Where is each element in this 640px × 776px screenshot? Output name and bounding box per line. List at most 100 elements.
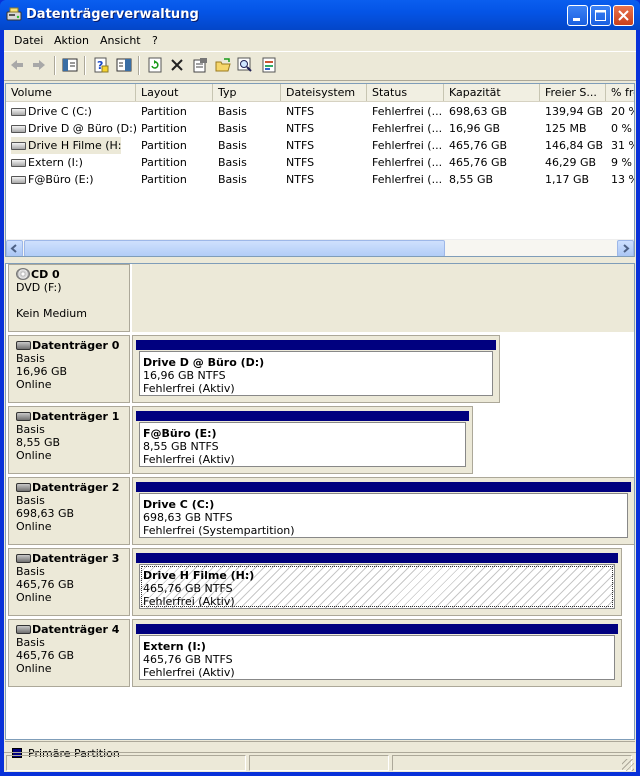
delete-icon — [171, 59, 183, 71]
drive-icon — [11, 108, 26, 116]
forward-button[interactable] — [30, 56, 48, 74]
table-cell: Basis — [218, 122, 247, 135]
partition-block[interactable]: Drive C (C:) 698,63 GB NTFS Fehlerfrei (Sy… — [132, 477, 634, 545]
refresh-button[interactable] — [146, 56, 164, 74]
toolbar-separator — [138, 56, 140, 75]
hard-disk-icon — [16, 341, 31, 350]
title-bar[interactable]: Datenträgerverwaltung — [0, 0, 640, 30]
console-tree-icon — [62, 58, 78, 72]
toolbar-separator — [54, 56, 56, 75]
resize-grip[interactable] — [622, 759, 634, 771]
column-layout[interactable]: Layout — [136, 84, 213, 101]
disk-info-line2 — [16, 294, 129, 307]
disk-name-text: Datenträger 4 — [32, 623, 120, 636]
table-cell: Basis — [218, 139, 247, 152]
partition-type-bar — [136, 624, 618, 634]
console-tree-button[interactable] — [61, 56, 79, 74]
table-row[interactable]: Drive H Filme (H:) Partition Basis NTFS Fehl… — [6, 137, 634, 154]
horizontal-scrollbar[interactable] — [6, 239, 634, 256]
volume-name-cell: F@Büro (E:) — [11, 171, 136, 188]
refresh-icon — [148, 57, 162, 73]
disk-row: Datenträger 4 Basis 465,76 GB Online Extern … — [6, 619, 634, 690]
table-cell: NTFS — [286, 122, 315, 135]
hard-disk-icon — [16, 483, 31, 492]
table-cell: 0 % — [611, 122, 632, 135]
partition-body[interactable]: F@Büro (E:) 8,55 GB NTFS Fehlerfrei (Aktiv… — [139, 422, 466, 467]
menu-aktion[interactable]: Aktion — [54, 34, 89, 47]
partition-body[interactable]: Drive D @ Büro (D:) 16,96 GB NTFS Fehlerfr… — [139, 351, 493, 396]
maximize-button[interactable] — [590, 5, 611, 26]
column-volume[interactable]: Volume — [6, 84, 136, 101]
disk-empty-area — [132, 264, 634, 332]
partition-body[interactable]: Drive C (C:) 698,63 GB NTFS Fehlerfrei (Sy… — [139, 493, 628, 538]
disk-name-text: Datenträger 0 — [32, 339, 120, 352]
minimize-icon — [573, 18, 580, 21]
disk-info-line2: 465,76 GB — [16, 578, 75, 591]
table-row[interactable]: F@Büro (E:) Partition Basis NTFS Fehlerfrei … — [6, 171, 634, 188]
minimize-button[interactable] — [567, 5, 588, 26]
chevron-right-icon — [623, 244, 630, 253]
table-cell: Basis — [218, 173, 247, 186]
volume-name-cell: Drive C (C:) — [11, 103, 136, 120]
table-cell: 46,29 GB — [545, 156, 597, 169]
menu-ansicht[interactable]: Ansicht — [100, 34, 141, 47]
cd-drive-icon — [16, 268, 30, 280]
disk-name: CD 0 — [16, 268, 129, 281]
table-row[interactable]: Extern (I:) Partition Basis NTFS Fehlerfrei … — [6, 154, 634, 171]
scroll-right-button[interactable] — [617, 240, 634, 256]
close-button[interactable] — [613, 5, 634, 26]
search-icon — [237, 57, 252, 72]
disk-info-line1: Basis — [16, 636, 45, 649]
partition-name: Drive C (C:) — [143, 498, 215, 511]
table-row[interactable]: Drive D @ Büro (D:) Partition Basis NTFS Feh… — [6, 120, 634, 137]
table-cell: 9 % — [611, 156, 632, 169]
partition-block[interactable]: Drive D @ Büro (D:) 16,96 GB NTFS Fehlerfr… — [132, 335, 500, 403]
column-status[interactable]: Status — [367, 84, 444, 101]
column-freier-speicher[interactable]: Freier S... — [540, 84, 606, 101]
table-cell: Partition — [141, 173, 187, 186]
table-cell: 139,94 GB — [545, 105, 604, 118]
search-button[interactable] — [236, 56, 254, 74]
partition-block[interactable]: F@Büro (E:) 8,55 GB NTFS Fehlerfrei (Aktiv… — [132, 406, 473, 474]
table-cell: Basis — [218, 156, 247, 169]
window-title: Datenträgerverwaltung — [26, 7, 199, 22]
table-row[interactable]: Drive C (C:) Partition Basis NTFS Fehlerfrei… — [6, 103, 634, 120]
table-cell: 13 % — [611, 173, 634, 186]
scroll-left-button[interactable] — [6, 240, 23, 256]
disk-label[interactable]: Datenträger 0 Basis 16,96 GB Online — [8, 335, 130, 403]
disk-label[interactable]: CD 0 DVD (F:) Kein Medium — [8, 264, 130, 332]
table-cell: Fehlerfrei (... — [372, 156, 443, 169]
disk-label[interactable]: Datenträger 1 Basis 8,55 GB Online — [8, 406, 130, 474]
delete-button[interactable] — [168, 56, 186, 74]
column-typ[interactable]: Typ — [213, 84, 281, 101]
menu-datei[interactable]: Datei — [14, 34, 43, 47]
partition-body[interactable]: Extern (I:) 465,76 GB NTFS Fehlerfrei (Akt… — [139, 635, 615, 680]
menu-bar: Datei Aktion Ansicht ? — [4, 30, 636, 52]
partition-block[interactable]: Extern (I:) 465,76 GB NTFS Fehlerfrei (Akt… — [132, 619, 622, 687]
properties-button[interactable] — [191, 56, 209, 74]
properties-pane-button[interactable] — [115, 56, 133, 74]
partition-body[interactable]: Drive H Filme (H:) 465,76 GB NTFS Fehlerfr… — [139, 564, 615, 609]
column-dateisystem[interactable]: Dateisystem — [281, 84, 367, 101]
back-button[interactable] — [8, 56, 26, 74]
disk-label[interactable]: Datenträger 3 Basis 465,76 GB Online — [8, 548, 130, 616]
hard-disk-icon — [16, 554, 31, 563]
open-button[interactable] — [214, 56, 232, 74]
disk-label[interactable]: Datenträger 2 Basis 698,63 GB Online — [8, 477, 130, 545]
disk-management-icon — [6, 7, 22, 21]
help-button[interactable]: ? — [92, 56, 110, 74]
export-button[interactable] — [260, 56, 278, 74]
table-cell: NTFS — [286, 156, 315, 169]
column-prozent-frei[interactable]: % frei — [606, 84, 634, 101]
volume-list[interactable]: Volume Layout Typ Dateisystem Status Kap… — [5, 83, 635, 257]
menu-help[interactable]: ? — [152, 34, 158, 47]
partition-status: Fehlerfrei (Aktiv) — [143, 666, 235, 679]
status-pane-3 — [392, 755, 632, 771]
partition-block[interactable]: Drive H Filme (H:) 465,76 GB NTFS Fehlerfr… — [132, 548, 622, 616]
disk-label[interactable]: Datenträger 4 Basis 465,76 GB Online — [8, 619, 130, 687]
drive-icon — [11, 125, 26, 133]
toolbar: ? — [4, 52, 636, 81]
scroll-thumb[interactable] — [24, 240, 445, 256]
column-kapazitaet[interactable]: Kapazität — [444, 84, 540, 101]
table-cell: Partition — [141, 156, 187, 169]
